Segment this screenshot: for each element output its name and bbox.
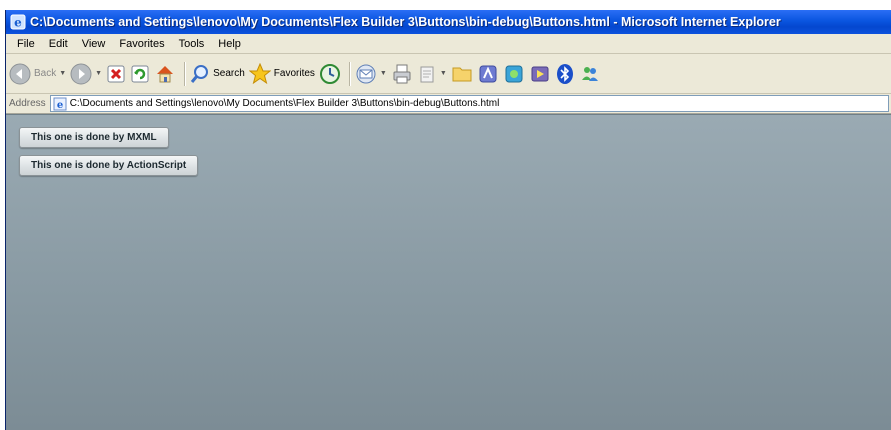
users-icon (581, 66, 598, 81)
menu-file[interactable]: File (10, 36, 42, 52)
flex-application-area: This one is done by MXML This one is don… (6, 114, 891, 430)
search-label: Search (213, 68, 245, 79)
menu-view[interactable]: View (75, 36, 113, 52)
mail-icon (356, 64, 376, 83)
back-button[interactable]: Back ▼ (9, 59, 66, 89)
toolbar-separator (184, 61, 187, 86)
chevron-down-icon[interactable]: ▼ (59, 70, 66, 77)
title-bar[interactable]: e C:\Documents and Settings\lenovo\My Do… (6, 10, 891, 34)
toolbar-separator (348, 61, 351, 86)
address-url: C:\Documents and Settings\lenovo\My Docu… (69, 98, 500, 109)
search-icon (190, 64, 209, 83)
chevron-down-icon[interactable]: ▼ (380, 70, 387, 77)
menu-bar: File Edit View Favorites Tools Help (6, 34, 891, 54)
people-button[interactable] (579, 59, 601, 89)
research-button[interactable] (477, 59, 499, 89)
history-button[interactable] (319, 59, 341, 89)
refresh-button[interactable] (130, 59, 150, 89)
media-button[interactable] (529, 59, 551, 89)
print-icon (393, 64, 411, 83)
favorites-label: Favorites (273, 68, 315, 79)
stop-button[interactable] (106, 59, 126, 89)
window-title: C:\Documents and Settings\lenovo\My Docu… (30, 15, 781, 29)
home-button[interactable] (154, 59, 176, 89)
svg-text:e: e (14, 16, 22, 30)
browser-window: e C:\Documents and Settings\lenovo\My Do… (5, 10, 891, 430)
folder-icon (452, 67, 472, 81)
mxml-button[interactable]: This one is done by MXML (19, 127, 169, 148)
address-input[interactable]: e C:\Documents and Settings\lenovo\My Do… (49, 95, 889, 112)
media-icon (531, 66, 549, 81)
refresh-icon (131, 65, 149, 82)
edit-button[interactable]: ▼ (417, 59, 447, 89)
messenger-button[interactable] (503, 59, 525, 89)
edit-page-icon (420, 66, 434, 82)
bluetooth-button[interactable] (555, 59, 575, 89)
address-label: Address (9, 98, 46, 109)
back-label: Back (34, 68, 57, 79)
menu-tools[interactable]: Tools (172, 36, 212, 52)
search-button[interactable]: Search (190, 59, 245, 89)
menu-edit[interactable]: Edit (42, 36, 75, 52)
home-icon (157, 65, 174, 82)
messenger-icon (505, 65, 523, 82)
discuss-button[interactable] (451, 59, 473, 89)
forward-arrow-icon (70, 63, 92, 84)
print-button[interactable] (391, 59, 413, 89)
bluetooth-icon (556, 63, 573, 84)
chevron-down-icon[interactable]: ▼ (440, 70, 447, 77)
research-icon (479, 65, 497, 82)
forward-button[interactable]: ▼ (70, 59, 102, 89)
standard-toolbar: Back ▼ ▼ Search Favorites ▼ ▼ (6, 54, 891, 94)
svg-text:e: e (57, 100, 63, 111)
chevron-down-icon[interactable]: ▼ (95, 70, 102, 77)
history-icon (319, 63, 340, 84)
actionscript-button[interactable]: This one is done by ActionScript (19, 155, 199, 176)
back-arrow-icon (9, 63, 31, 84)
address-bar: Address e C:\Documents and Settings\leno… (6, 94, 891, 114)
menu-favorites[interactable]: Favorites (112, 36, 171, 52)
ie-icon: e (10, 14, 26, 30)
menu-help[interactable]: Help (211, 36, 248, 52)
favorites-star-icon (248, 62, 271, 84)
mail-button[interactable]: ▼ (355, 59, 387, 89)
page-icon: e (53, 97, 67, 111)
favorites-button[interactable]: Favorites (248, 59, 315, 89)
stop-icon (107, 65, 125, 82)
